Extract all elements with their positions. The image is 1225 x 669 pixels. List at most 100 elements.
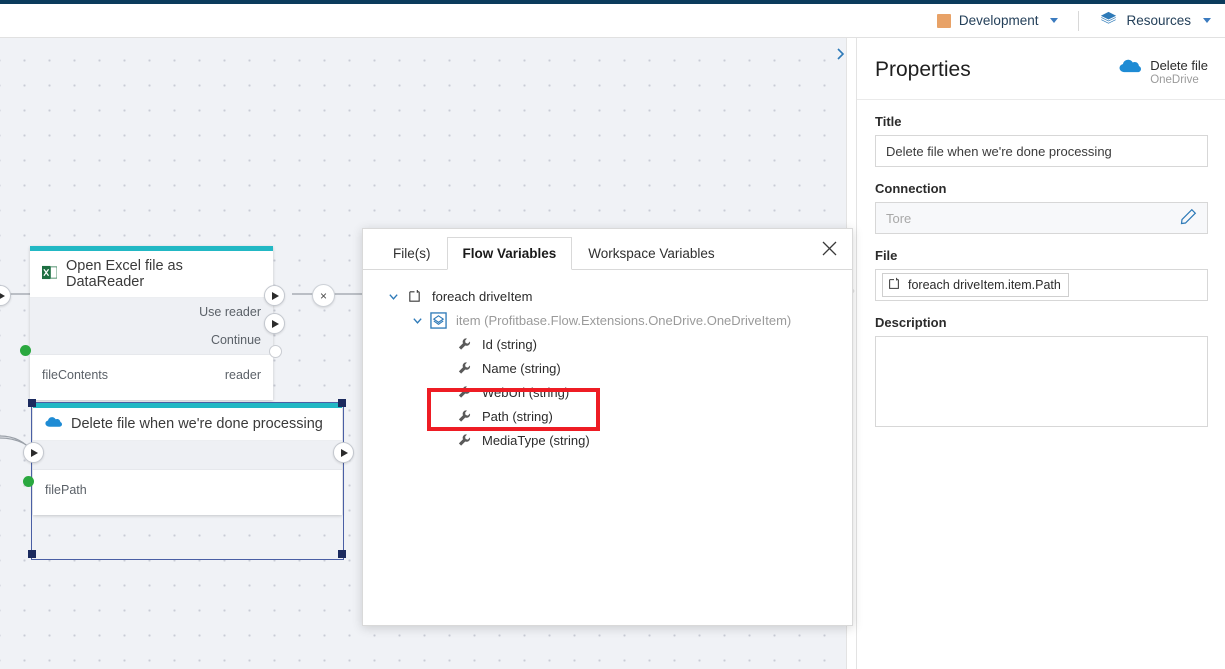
node1-data-input-port-filecontents[interactable] — [20, 345, 31, 356]
exec-port-row[interactable] — [33, 441, 342, 469]
properties-panel: Properties Delete file OneDrive Title De… — [856, 38, 1225, 669]
node2-exec-input-port[interactable] — [23, 442, 44, 463]
scope-icon — [405, 287, 424, 306]
description-textarea[interactable] — [875, 336, 1208, 427]
wrench-icon — [455, 359, 474, 378]
environment-selector[interactable]: Development — [927, 7, 1069, 35]
node-header: Open Excel file as DataReader — [30, 251, 273, 298]
node2-exec-output-port[interactable] — [333, 442, 354, 463]
node-exec-ports: Use reader Continue — [30, 298, 273, 354]
resources-menu[interactable]: Resources — [1089, 7, 1225, 35]
wrench-icon — [455, 407, 474, 426]
variable-row[interactable]: filePath — [45, 479, 330, 501]
node1-data-output-port-reader[interactable] — [269, 345, 282, 358]
top-bar: Development Resources — [0, 4, 1225, 38]
node-exec-ports — [33, 441, 342, 469]
dialog-tab-bar: File(s) Flow Variables Workspace Variabl… — [363, 229, 852, 270]
variables-dialog[interactable]: File(s) Flow Variables Workspace Variabl… — [362, 228, 853, 626]
onedrive-icon — [1119, 58, 1142, 77]
tree-item-path[interactable]: Path (string) — [363, 404, 852, 428]
title-input-value: Delete file when we're done processing — [886, 143, 1112, 159]
wrench-icon — [455, 335, 474, 354]
connection-input-placeholder: Tore — [886, 210, 912, 226]
onedrive-icon — [45, 415, 62, 433]
stack-icon — [1099, 10, 1118, 32]
tree-item-foreach-driveitem[interactable]: foreach driveItem — [363, 284, 852, 308]
tree-item-label: WebUrl (string) — [482, 384, 570, 400]
variable-row[interactable]: fileContents reader — [42, 364, 261, 386]
title-input[interactable]: Delete file when we're done processing — [875, 135, 1208, 167]
file-label: File — [875, 248, 898, 263]
selection-handle-bottom-left[interactable] — [28, 550, 36, 558]
wrench-icon — [455, 431, 474, 450]
panel-collapse-chevron-icon[interactable] — [833, 45, 849, 63]
properties-node-source: OneDrive — [1150, 74, 1199, 86]
node-header: Delete file when we're done processing — [33, 408, 342, 441]
tab-workspace-variables[interactable]: Workspace Variables — [572, 237, 730, 270]
node1-exec-output-port-use-reader[interactable] — [264, 285, 285, 306]
exec-port-label: Use reader — [199, 305, 261, 319]
connection-label: Connection — [875, 181, 947, 196]
exec-port-row[interactable]: Continue — [30, 326, 273, 354]
title-label: Title — [875, 114, 902, 129]
page-title: Properties — [875, 58, 971, 81]
excel-icon — [42, 265, 58, 284]
node-title-label: Delete file when we're done processing — [71, 416, 323, 432]
flow-node-delete-file[interactable]: Delete file when we're done processing f… — [33, 403, 342, 515]
connection-field-group: Connection Tore — [857, 181, 1225, 234]
tree-item-label: Name (string) — [482, 360, 561, 376]
toolbar-divider — [1078, 10, 1080, 31]
file-field-group: File foreach driveItem.item.Path — [857, 248, 1225, 301]
title-field-group: Title Delete file when we're done proces… — [857, 114, 1225, 167]
tree-item-label: item (Profitbase.Flow.Extensions.OneDriv… — [456, 312, 792, 328]
tree-item-mediatype[interactable]: MediaType (string) — [363, 428, 852, 452]
properties-node-name: Delete file — [1150, 58, 1208, 73]
tree-item-onedriveitem[interactable]: item (Profitbase.Flow.Extensions.OneDriv… — [363, 308, 852, 332]
file-variable-token[interactable]: foreach driveItem.item.Path — [882, 273, 1069, 297]
resources-label: Resources — [1126, 13, 1191, 28]
input-variable-label: filePath — [45, 483, 87, 497]
tree-item-id[interactable]: Id (string) — [363, 332, 852, 356]
tree-item-name[interactable]: Name (string) — [363, 356, 852, 380]
tree-item-label: foreach driveItem — [432, 288, 533, 304]
variables-tree: foreach driveItem item (Profitbase.Flow.… — [363, 270, 852, 452]
node1-exec-output-port-continue[interactable] — [264, 313, 285, 334]
scope-icon — [887, 277, 901, 294]
edit-pencil-icon[interactable] — [1180, 208, 1197, 228]
file-input[interactable]: foreach driveItem.item.Path — [875, 269, 1208, 301]
chevron-down-icon[interactable] — [409, 312, 425, 328]
connection-input[interactable]: Tore — [875, 202, 1208, 234]
node-variables: filePath — [33, 469, 342, 515]
node2-data-input-port-filepath[interactable] — [23, 476, 34, 487]
environment-label: Development — [958, 13, 1039, 28]
dialog-close-button[interactable] — [818, 237, 840, 259]
node-variables: fileContents reader — [30, 354, 273, 400]
properties-header: Properties Delete file OneDrive — [857, 38, 1225, 100]
description-field-group: Description — [857, 315, 1225, 427]
tab-flow-variables[interactable]: Flow Variables — [446, 237, 573, 270]
properties-node-badge: Delete file OneDrive — [1119, 58, 1208, 87]
selection-handle-bottom-right[interactable] — [338, 550, 346, 558]
close-icon: × — [319, 288, 327, 303]
tree-item-weburl[interactable]: WebUrl (string) — [363, 380, 852, 404]
file-token-label: foreach driveItem.item.Path — [908, 278, 1061, 292]
object-icon — [429, 311, 448, 330]
wrench-icon — [455, 383, 474, 402]
node-title-label: Open Excel file as DataReader — [66, 258, 183, 290]
environment-color-swatch — [936, 13, 951, 28]
exec-port-label: Continue — [210, 333, 261, 347]
tree-item-label: Path (string) — [482, 408, 553, 424]
tree-item-label: MediaType (string) — [482, 432, 590, 448]
description-label: Description — [875, 315, 947, 330]
selection-handle-top-right[interactable] — [338, 399, 346, 407]
connector-delete-button[interactable]: × — [312, 284, 335, 307]
tree-item-label: Id (string) — [482, 336, 537, 352]
chevron-down-icon — [1050, 18, 1059, 23]
selection-handle-top-left[interactable] — [28, 399, 36, 407]
tab-files[interactable]: File(s) — [377, 237, 447, 270]
exec-port-row[interactable]: Use reader — [30, 298, 273, 326]
chevron-down-icon[interactable] — [385, 288, 401, 304]
output-variable-label: reader — [224, 368, 261, 382]
chevron-down-icon — [1203, 18, 1211, 23]
flow-node-open-excel[interactable]: Open Excel file as DataReader Use reader… — [30, 246, 273, 400]
